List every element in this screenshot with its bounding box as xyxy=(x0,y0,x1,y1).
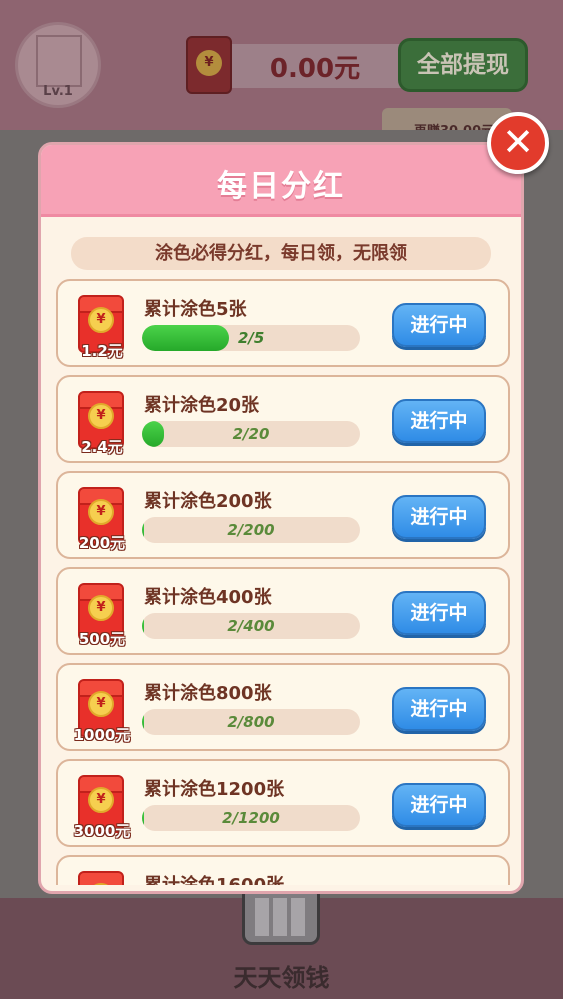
progress-text: 2/200 xyxy=(227,521,275,539)
bottom-nav-label[interactable]: 天天领钱 xyxy=(0,958,563,993)
yuan-coin-icon: ¥ xyxy=(88,307,114,333)
progress-text: 2/1200 xyxy=(222,809,280,827)
in-progress-button[interactable]: 进行中 xyxy=(392,495,486,539)
in-progress-button[interactable]: 进行中 xyxy=(392,591,486,635)
progress-text: 2/5 xyxy=(238,329,265,347)
task-name: 累计涂色200张 xyxy=(144,491,272,512)
red-envelope-icon: ¥ xyxy=(186,36,232,94)
calendar-grid xyxy=(255,898,307,936)
avatar[interactable]: Lv.1 xyxy=(15,22,101,108)
red-envelope-icon: ¥ xyxy=(78,871,124,885)
task-name: 累计涂色20张 xyxy=(144,395,260,416)
task-row: ¥2.4元 累计涂色20张 2/20 进行中 xyxy=(56,375,510,463)
avatar-frame xyxy=(36,35,82,87)
yuan-coin-icon: ¥ xyxy=(88,787,114,813)
progress-fill xyxy=(142,325,229,351)
task-name: 累计涂色5张 xyxy=(144,299,247,320)
in-progress-button[interactable]: 进行中 xyxy=(392,687,486,731)
progress-bar: 2/5 xyxy=(142,325,360,351)
progress-text: 2/400 xyxy=(227,617,275,635)
progress-bar: 2/200 xyxy=(142,517,360,543)
close-icon[interactable]: ✕ xyxy=(487,112,549,174)
progress-bar: 2/1200 xyxy=(142,805,360,831)
progress-text: 2/20 xyxy=(232,425,270,443)
progress-bar: 2/400 xyxy=(142,613,360,639)
in-progress-button[interactable]: 进行中 xyxy=(392,399,486,443)
reward-amount: 1.2元 xyxy=(81,342,123,360)
balance-amount: 0.00元 xyxy=(269,54,361,84)
progress-text: 2/800 xyxy=(227,713,275,731)
yuan-coin-icon: ¥ xyxy=(88,499,114,525)
progress-bar: 2/800 xyxy=(142,709,360,735)
in-progress-button[interactable]: 进行中 xyxy=(392,783,486,827)
yuan-coin-icon: ¥ xyxy=(196,50,222,76)
dialog-subtitle: 涂色必得分红，每日领，无限领 xyxy=(71,237,491,270)
yuan-coin-icon: ¥ xyxy=(88,403,114,429)
task-name: 累计涂色400张 xyxy=(144,587,272,608)
reward-amount: 200元 xyxy=(78,534,126,552)
task-name: 累计涂色800张 xyxy=(144,683,272,704)
in-progress-button[interactable]: 进行中 xyxy=(392,303,486,347)
dialog-header: 每日分红 xyxy=(41,145,521,217)
reward-amount: 500元 xyxy=(78,630,126,648)
task-name: 累计涂色1200张 xyxy=(144,779,285,800)
task-list[interactable]: ¥1.2元 累计涂色5张 2/5 进行中 ¥2.4元 累计涂色20张 2/20 进行中 ¥200… xyxy=(56,279,510,885)
task-row: ¥1000元 累计涂色800张 2/800 进行中 xyxy=(56,663,510,751)
withdraw-all-button[interactable]: 全部提现 xyxy=(398,38,528,92)
yuan-coin-icon: ¥ xyxy=(88,691,114,717)
task-row: ¥200元 累计涂色200张 2/200 进行中 xyxy=(56,471,510,559)
daily-dividend-dialog: 每日分红 涂色必得分红，每日领，无限领 ¥1.2元 累计涂色5张 2/5 进行中 ¥2.… xyxy=(38,142,524,894)
task-row: ¥3000元 累计涂色1200张 2/1200 进行中 xyxy=(56,759,510,847)
task-row: ¥1.2元 累计涂色5张 2/5 进行中 xyxy=(56,279,510,367)
task-row: ¥ 累计涂色1600张 xyxy=(56,855,510,885)
calendar-icon[interactable] xyxy=(242,885,320,945)
reward-amount: 2.4元 xyxy=(81,438,123,456)
progress-bar: 2/20 xyxy=(142,421,360,447)
reward-amount: 3000元 xyxy=(73,822,131,840)
task-row: ¥500元 累计涂色400张 2/400 进行中 xyxy=(56,567,510,655)
yuan-coin-icon: ¥ xyxy=(88,595,114,621)
reward-amount: 1000元 xyxy=(73,726,131,744)
level-label: Lv.1 xyxy=(43,84,73,99)
dialog-title: 每日分红 xyxy=(217,169,345,204)
task-name: 累计涂色1600张 xyxy=(144,871,284,885)
